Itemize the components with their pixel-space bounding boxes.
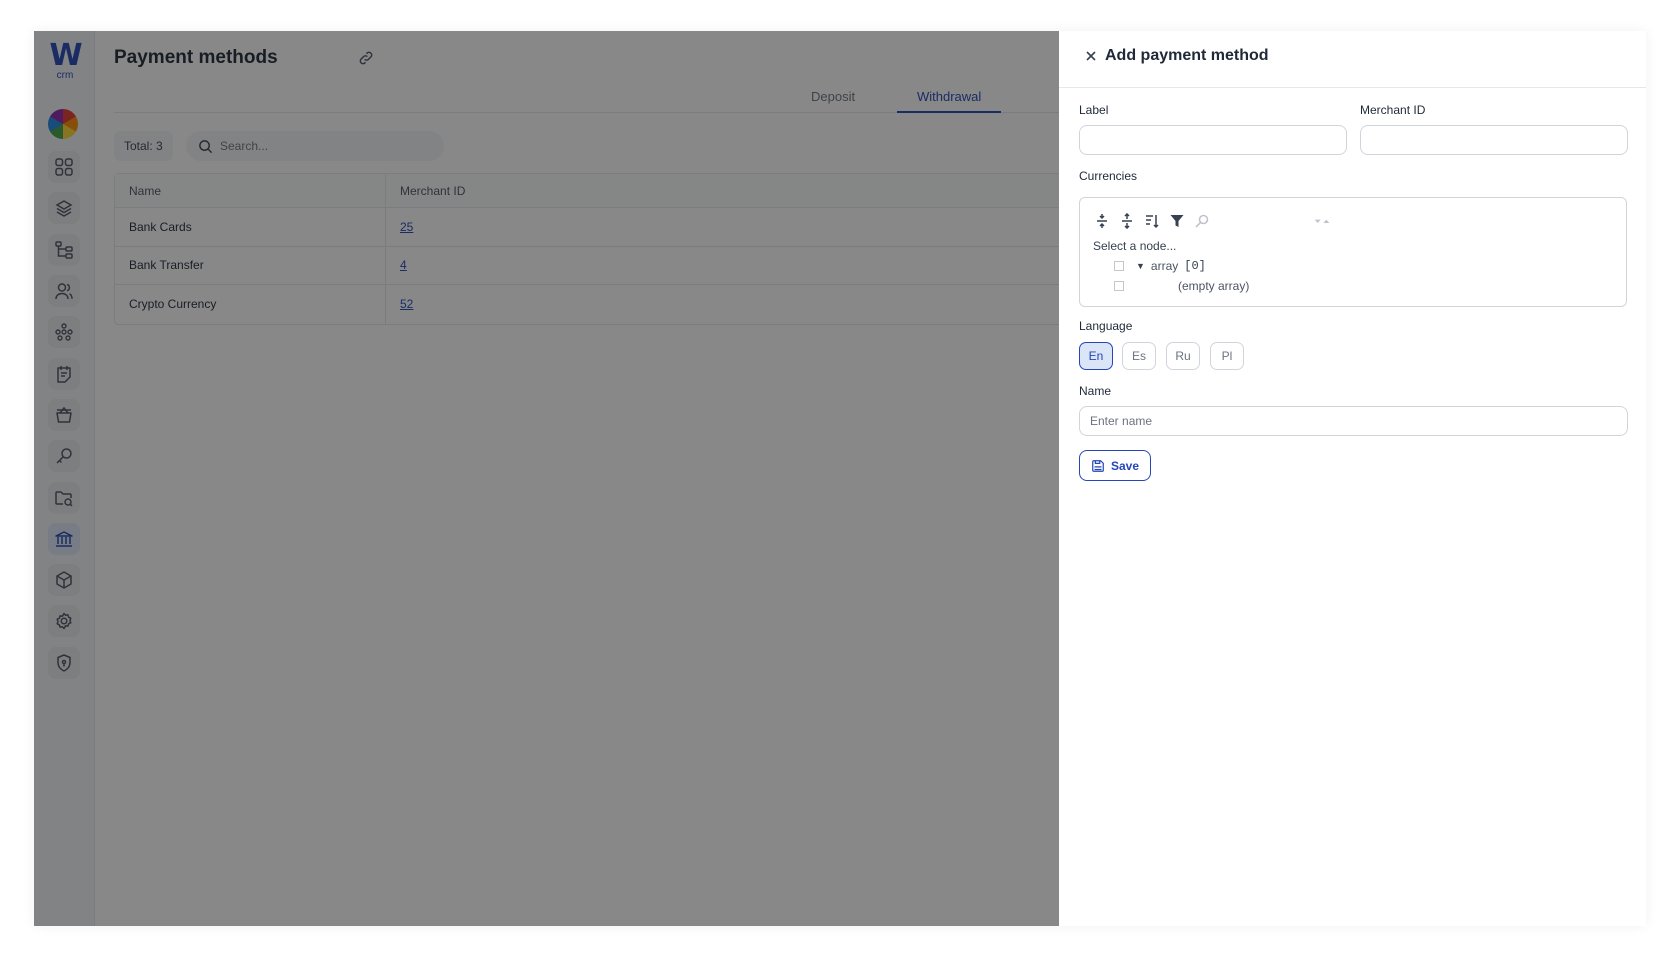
tree-empty-node: (empty array)	[1114, 279, 1249, 293]
language-field-label: Language	[1079, 319, 1133, 333]
empty-array-text: (empty array)	[1178, 279, 1250, 293]
name-input[interactable]	[1079, 406, 1628, 436]
language-option-en[interactable]: En	[1079, 342, 1113, 370]
node-checkbox[interactable]	[1114, 261, 1124, 271]
node-count: [0]	[1184, 259, 1206, 273]
drawer-header: Add payment method	[1059, 31, 1646, 88]
merchant-id-input[interactable]	[1360, 125, 1628, 155]
language-option-es[interactable]: Es	[1122, 342, 1156, 370]
undo-redo-buttons[interactable]	[1310, 212, 1334, 230]
expand-all-button[interactable]	[1118, 212, 1136, 230]
add-payment-method-drawer: Add payment method Label Merchant ID Cur…	[1059, 31, 1646, 926]
save-button[interactable]: Save	[1079, 450, 1151, 481]
sort-button[interactable]	[1143, 212, 1161, 230]
label-field-label: Label	[1079, 103, 1109, 117]
tree-root-node[interactable]: ▼ array [0]	[1114, 259, 1206, 273]
label-input[interactable]	[1079, 125, 1347, 155]
expand-all-icon	[1122, 213, 1132, 229]
filter-button[interactable]	[1168, 212, 1186, 230]
collapse-all-icon	[1097, 214, 1107, 228]
node-name: array	[1150, 259, 1179, 273]
search-icon	[1195, 214, 1209, 228]
search-tree-button[interactable]	[1193, 212, 1211, 230]
expand-caret-icon[interactable]: ▼	[1136, 261, 1145, 271]
currencies-tree-editor: Select a node... ▼ array [0] (empty arra…	[1079, 197, 1627, 307]
node-checkbox[interactable]	[1114, 281, 1124, 291]
language-option-pl[interactable]: Pl	[1210, 342, 1244, 370]
close-icon[interactable]	[1083, 48, 1099, 64]
merchant-id-field-label: Merchant ID	[1360, 103, 1426, 117]
triangle-toggle-icon	[1314, 219, 1330, 223]
drawer-title: Add payment method	[1105, 47, 1269, 64]
app-window: W crm	[34, 31, 1646, 926]
currencies-field-label: Currencies	[1079, 169, 1138, 183]
tree-select-hint: Select a node...	[1093, 239, 1177, 253]
filter-icon	[1170, 215, 1184, 227]
save-button-label: Save	[1110, 458, 1140, 473]
name-field-label: Name	[1079, 384, 1112, 398]
collapse-all-button[interactable]	[1093, 212, 1111, 230]
language-option-ru[interactable]: Ru	[1166, 342, 1200, 370]
save-icon	[1092, 459, 1104, 472]
screen: W crm	[0, 0, 1680, 963]
sort-icon	[1146, 215, 1159, 229]
